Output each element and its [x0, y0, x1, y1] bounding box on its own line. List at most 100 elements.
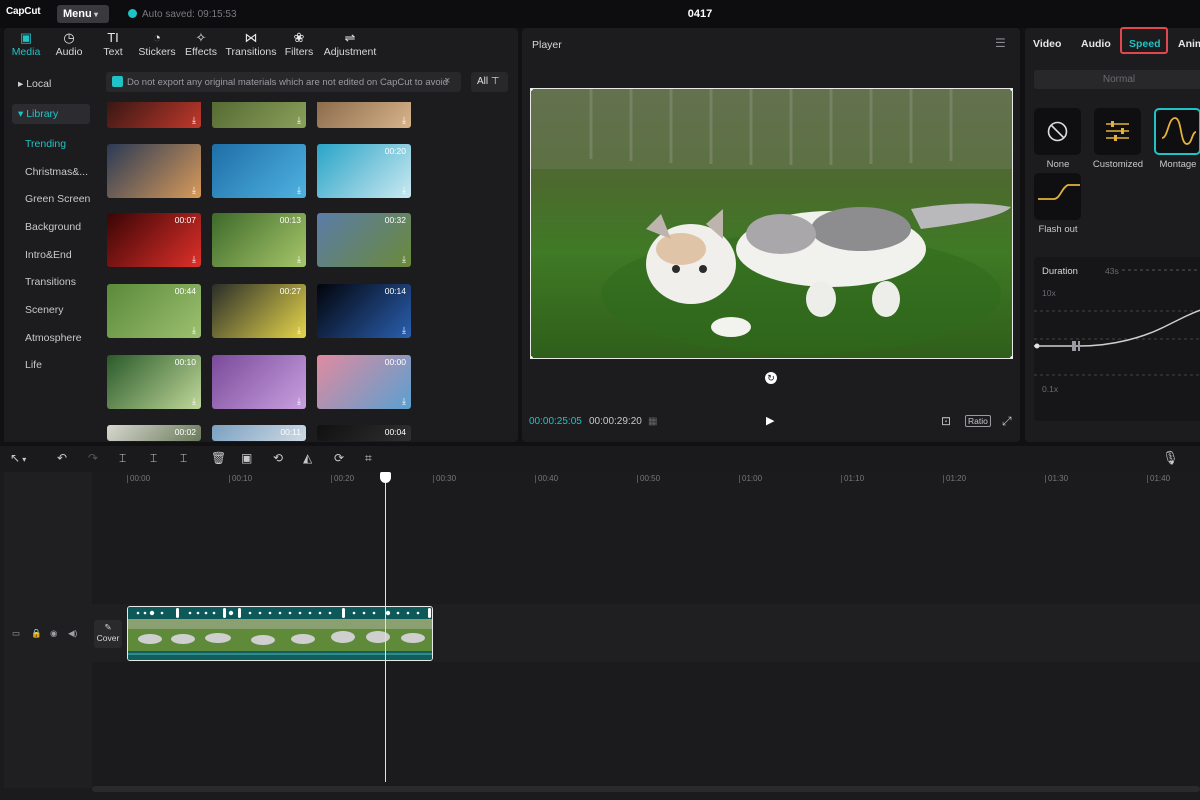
hamburger-menu-icon[interactable]: ☰	[995, 36, 1006, 50]
speed-curve-editor[interactable]	[1034, 257, 1200, 421]
tab-audio[interactable]: ◷ Audio	[54, 30, 84, 58]
volume-icon[interactable]: ◀)	[68, 628, 77, 639]
preset-customized[interactable]	[1094, 108, 1141, 155]
delete-icon[interactable]: 🗑	[211, 451, 226, 465]
media-thumbnail[interactable]: 00:13 ⤓	[212, 213, 306, 267]
track-type-icon[interactable]: ▭	[12, 628, 20, 639]
download-icon[interactable]: ⤓	[402, 254, 406, 265]
download-icon[interactable]: ⤓	[297, 325, 301, 336]
thumbnail-duration: 00:27	[279, 286, 301, 296]
redo-icon[interactable]: ↷	[88, 451, 98, 465]
preset-none[interactable]	[1034, 108, 1081, 155]
play-button[interactable]: ▶	[766, 414, 774, 427]
download-icon[interactable]: ⤓	[402, 185, 406, 196]
speed-mode-normal[interactable]: Normal	[1034, 70, 1200, 89]
fullscreen-icon[interactable]: ⤢	[1002, 414, 1012, 429]
media-thumbnail[interactable]: 00:11	[212, 425, 306, 441]
resize-handle[interactable]	[531, 356, 533, 358]
video-clip[interactable]	[127, 606, 433, 661]
microphone-icon[interactable]: 🎙	[1162, 450, 1179, 466]
media-thumbnail[interactable]: 00:00 ⤓	[317, 355, 411, 409]
caret-right-icon: ▸	[18, 78, 27, 90]
close-icon[interactable]: ×	[444, 75, 450, 87]
sidebar-item-local[interactable]: ▸ Local	[12, 74, 90, 94]
sidebar-item-green-screen[interactable]: Green Screen	[25, 193, 90, 205]
ratio-button[interactable]: Ratio	[965, 415, 991, 427]
download-icon[interactable]: ⤓	[402, 396, 406, 407]
download-icon[interactable]: ⤓	[192, 115, 196, 126]
tab-animation[interactable]: Anim	[1178, 38, 1200, 50]
download-icon[interactable]: ⤓	[297, 115, 301, 126]
preset-customized-label: Customized	[1092, 159, 1144, 170]
playhead[interactable]	[385, 472, 386, 782]
cover-button[interactable]: ✎ Cover	[94, 620, 122, 648]
rotate-icon[interactable]: ↻	[765, 372, 777, 384]
playhead-handle[interactable]	[380, 472, 391, 483]
download-icon[interactable]: ⤓	[402, 115, 406, 126]
download-icon[interactable]: ⤓	[297, 185, 301, 196]
thumbnail-duration: 00:10	[174, 357, 196, 367]
media-thumbnail[interactable]: ⤓	[107, 144, 201, 198]
tab-transitions[interactable]: ⋈ Transitions	[225, 30, 277, 58]
rotate-tool-icon[interactable]: ⟳	[334, 451, 344, 465]
media-thumbnail[interactable]: 00:02	[107, 425, 201, 441]
effects-icon: ✧	[195, 30, 207, 45]
tab-adjustment[interactable]: ⇌ Adjustment	[322, 30, 378, 58]
download-icon[interactable]: ⤓	[297, 254, 301, 265]
media-thumbnail[interactable]: 00:32 ⤓	[317, 213, 411, 267]
split-left-icon[interactable]: ⌶	[150, 451, 157, 466]
media-thumbnail[interactable]: 00:10 ⤓	[107, 355, 201, 409]
download-icon[interactable]: ⤓	[192, 396, 196, 407]
eye-icon[interactable]: ◉	[50, 628, 57, 639]
filter-dropdown[interactable]: All ⊤	[471, 72, 508, 92]
tab-audio-props[interactable]: Audio	[1081, 38, 1111, 50]
split-icon[interactable]: ⌶	[119, 451, 126, 466]
zoom-fit-icon[interactable]: ⊡	[941, 414, 951, 428]
download-icon[interactable]: ⤓	[192, 325, 196, 336]
undo-icon[interactable]: ↶	[57, 451, 67, 465]
preset-flash-out[interactable]	[1034, 173, 1081, 220]
resize-handle[interactable]	[1010, 356, 1012, 358]
sidebar-item-christmas[interactable]: Christmas&...	[25, 166, 88, 178]
media-thumbnail[interactable]: 00:20 ⤓	[317, 144, 411, 198]
tab-text[interactable]: TI Text	[100, 30, 126, 58]
media-thumbnail[interactable]: 00:14 ⤓	[317, 284, 411, 338]
sidebar-item-library[interactable]: ▾ Library	[12, 104, 90, 124]
lock-icon[interactable]: 🔒	[31, 628, 42, 639]
download-icon[interactable]: ⤓	[402, 325, 406, 336]
resize-handle[interactable]	[1010, 89, 1012, 91]
select-cursor-icon[interactable]: ↖ ▾	[10, 451, 26, 465]
sidebar-item-trending[interactable]: Trending	[25, 138, 66, 150]
tab-media[interactable]: ▣ Media	[11, 30, 41, 58]
media-thumbnail[interactable]: 00:07 ⤓	[107, 213, 201, 267]
media-thumbnail[interactable]: ⤓	[212, 144, 306, 198]
sidebar-item-background[interactable]: Background	[25, 221, 81, 233]
media-thumbnail[interactable]: 00:27 ⤓	[212, 284, 306, 338]
reverse-icon[interactable]: ⟲	[273, 451, 283, 465]
sidebar-item-transitions[interactable]: Transitions	[25, 276, 76, 288]
sidebar-item-intro-end[interactable]: Intro&End	[25, 249, 72, 261]
preset-montage[interactable]	[1154, 108, 1200, 155]
sidebar-item-scenery[interactable]: Scenery	[25, 304, 64, 316]
download-icon[interactable]: ⤓	[297, 396, 301, 407]
sticker-icon: ◔	[153, 30, 161, 45]
media-thumbnail[interactable]: 00:04	[317, 425, 411, 441]
grid-icon[interactable]: ▦	[648, 416, 657, 427]
sidebar-item-atmosphere[interactable]: Atmosphere	[25, 332, 82, 344]
media-thumbnail[interactable]: 00:44 ⤓	[107, 284, 201, 338]
download-icon[interactable]: ⤓	[192, 254, 196, 265]
sidebar-item-life[interactable]: Life	[25, 359, 42, 371]
freeze-icon[interactable]: ▣	[241, 451, 252, 465]
split-right-icon[interactable]: ⌶	[180, 451, 187, 466]
media-thumbnail[interactable]: ⤓	[212, 355, 306, 409]
crop-icon[interactable]: ⌗	[365, 451, 372, 466]
tab-stickers[interactable]: ◔ Stickers	[137, 30, 177, 58]
timeline-scrollbar[interactable]	[92, 786, 1200, 792]
tab-effects[interactable]: ✧ Effects	[184, 30, 218, 58]
tab-video[interactable]: Video	[1033, 38, 1061, 50]
tab-filters[interactable]: ❀ Filters	[283, 30, 315, 58]
video-preview[interactable]	[530, 88, 1013, 359]
project-title: 0417	[687, 8, 713, 20]
mirror-icon[interactable]: ◭	[303, 451, 312, 465]
download-icon[interactable]: ⤓	[192, 185, 196, 196]
